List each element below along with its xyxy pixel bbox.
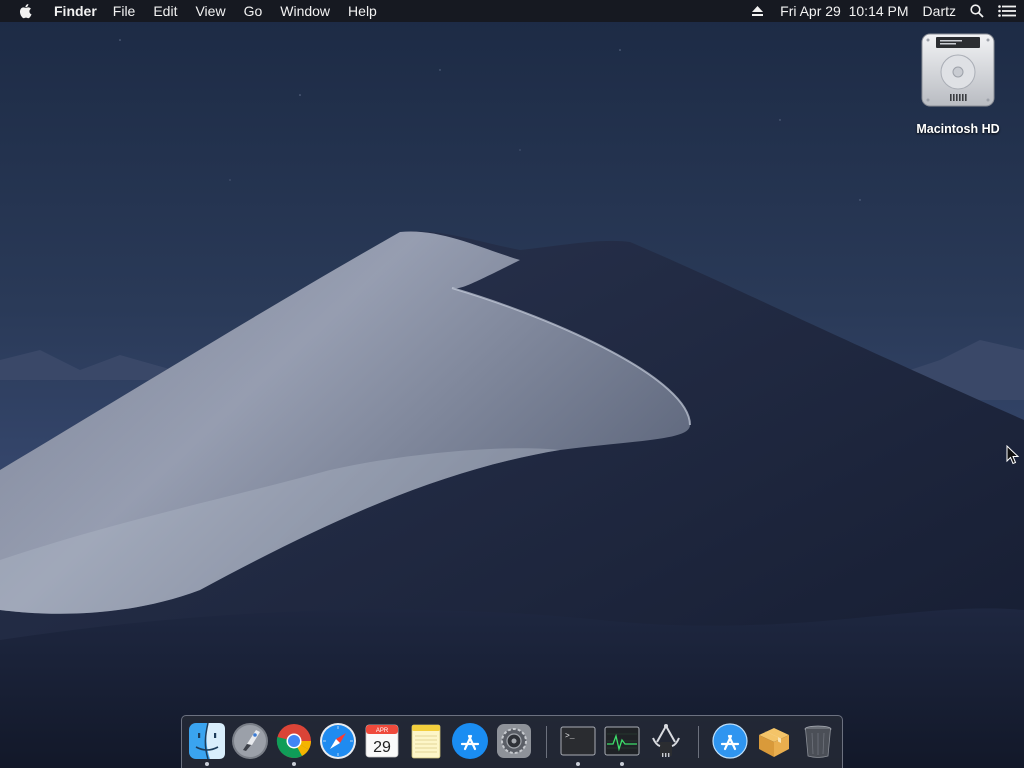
trash-icon xyxy=(804,725,832,758)
dock-terminal[interactable]: >_ xyxy=(559,722,597,760)
dock-applications-folder[interactable] xyxy=(711,722,749,760)
calendar-icon: APR 29 xyxy=(365,724,399,758)
package-box-icon xyxy=(759,728,789,757)
dock-separator xyxy=(546,726,547,758)
calendar-month: APR xyxy=(376,728,389,734)
running-indicator xyxy=(576,762,580,766)
dock-separator xyxy=(698,726,699,758)
notes-icon xyxy=(411,724,441,759)
dock-archive-utility[interactable] xyxy=(755,722,793,760)
menu-user[interactable]: Dartz xyxy=(923,0,956,22)
dock-launchpad[interactable] xyxy=(231,722,269,760)
running-indicator xyxy=(205,762,209,766)
menu-file[interactable]: File xyxy=(113,0,136,22)
eject-icon[interactable] xyxy=(751,5,764,17)
menu-go[interactable]: Go xyxy=(244,0,263,22)
dock-finder[interactable] xyxy=(188,722,226,760)
activity-monitor-icon xyxy=(604,726,640,756)
menu-bar-left: Finder File Edit View Go Window Help xyxy=(18,0,395,22)
hard-drive-icon xyxy=(921,33,995,107)
menu-bar-status-area: Fri Apr 29 10:14 PM Dartz xyxy=(737,0,1016,22)
running-indicator xyxy=(292,762,296,766)
desktop-icon-label: Macintosh HD xyxy=(916,122,1000,136)
mouse-cursor-icon xyxy=(1006,445,1020,465)
menu-clock[interactable]: Fri Apr 29 10:14 PM xyxy=(780,0,908,22)
notification-center-icon[interactable] xyxy=(998,5,1016,17)
spotlight-search-icon[interactable] xyxy=(970,4,984,18)
dock-trash[interactable] xyxy=(799,722,837,760)
dock-system-information[interactable] xyxy=(647,722,685,760)
menu-bar: Finder File Edit View Go Window Help Fri… xyxy=(0,0,1024,22)
running-indicator xyxy=(620,762,624,766)
menu-window[interactable]: Window xyxy=(280,0,330,22)
menu-view[interactable]: View xyxy=(195,0,225,22)
dock-calendar[interactable]: APR 29 xyxy=(363,722,401,760)
finder-icon xyxy=(189,722,225,760)
dock-safari[interactable] xyxy=(319,722,357,760)
menu-app-name[interactable]: Finder xyxy=(54,0,97,22)
desktop-icon-macintosh-hd[interactable]: Macintosh HD xyxy=(906,32,1010,136)
terminal-prompt: >_ xyxy=(565,732,575,741)
desktop-wallpaper xyxy=(0,0,1024,768)
dock-app-store[interactable] xyxy=(451,722,489,760)
menu-edit[interactable]: Edit xyxy=(153,0,177,22)
dock-notes[interactable] xyxy=(407,722,445,760)
system-information-icon xyxy=(652,724,680,757)
safari-icon xyxy=(320,723,356,759)
dock-chrome[interactable] xyxy=(275,722,313,760)
launchpad-icon xyxy=(232,723,268,759)
chrome-icon xyxy=(276,724,311,758)
menu-help[interactable]: Help xyxy=(348,0,377,22)
app-store-icon xyxy=(452,723,488,759)
dock-activity-monitor[interactable] xyxy=(603,722,641,760)
dock: APR 29 >_ xyxy=(181,715,843,768)
calendar-day: 29 xyxy=(373,739,391,756)
apple-menu-icon[interactable] xyxy=(18,3,32,19)
dock-system-preferences[interactable] xyxy=(495,722,533,760)
applications-folder-icon xyxy=(712,723,748,759)
system-preferences-icon xyxy=(497,724,531,758)
terminal-icon: >_ xyxy=(560,726,596,756)
